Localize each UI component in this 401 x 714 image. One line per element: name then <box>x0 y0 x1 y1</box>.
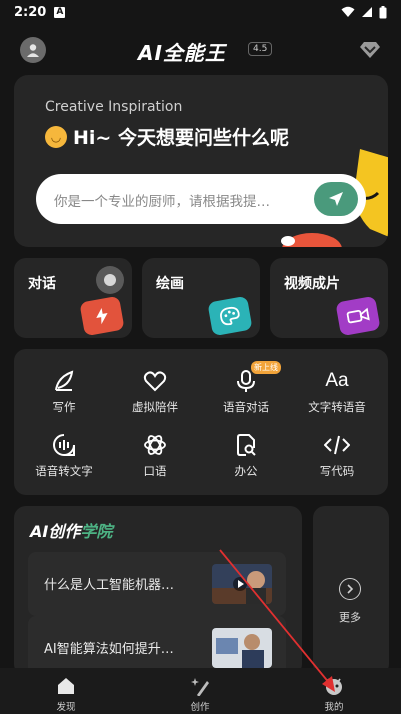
heart-icon <box>113 367 197 395</box>
tool-virtual-companion[interactable]: 虚拟陪伴 <box>113 367 197 419</box>
tool-voice-chat[interactable]: 新上线 语音对话 <box>204 361 288 419</box>
prompt-input[interactable]: 你是一个专业的厨师，请根据我提… <box>36 174 366 224</box>
feature-card-chat[interactable]: 对话 <box>14 258 132 338</box>
tool-label: 语音对话 <box>223 400 269 414</box>
doc-search-icon <box>204 431 288 459</box>
article-thumbnail <box>212 564 272 604</box>
more-button[interactable]: 更多 <box>313 506 389 676</box>
tool-writing[interactable]: 写作 <box>22 367 106 419</box>
battery-icon <box>379 5 387 18</box>
status-icons <box>341 5 387 19</box>
status-bar: 2:20 A <box>0 0 401 24</box>
tool-label: 口语 <box>143 464 167 478</box>
article-title: AI智能算法如何提升… <box>44 642 174 657</box>
tool-label: 文字转语音 <box>308 400 366 414</box>
feature-label: 绘画 <box>156 276 184 292</box>
academy-title-highlight: 学院 <box>80 522 113 541</box>
chevron-right-icon <box>339 578 361 600</box>
tool-office[interactable]: 办公 <box>204 431 288 483</box>
tool-label: 办公 <box>234 464 258 478</box>
tool-label: 语音转文字 <box>35 464 93 478</box>
academy-title-main: AI创作 <box>30 522 81 541</box>
feature-label: 视频成片 <box>284 276 340 292</box>
decorative-bird-illustration <box>281 233 342 247</box>
user-icon <box>27 44 39 57</box>
tools-grid: 写作 虚拟陪伴 新上线 语音对话 Aa 文字转语音 语音转文字 口语 办公 写代… <box>14 349 388 495</box>
bottom-nav: 发现 创作 我的 <box>0 668 401 714</box>
tool-code[interactable]: 写代码 <box>295 431 379 483</box>
nav-label: 我的 <box>324 702 344 713</box>
greeting-text: Hi~ 今天想要问些什么呢 <box>73 127 289 149</box>
new-badge: 新上线 <box>251 361 281 374</box>
notification-badge: A <box>54 6 66 18</box>
feature-card-video[interactable]: 视频成片 <box>270 258 388 338</box>
text-aa-icon: Aa <box>325 370 349 391</box>
tool-text-to-speech[interactable]: Aa 文字转语音 <box>295 367 379 419</box>
code-icon <box>295 431 379 459</box>
version-badge: 4.5 <box>248 42 273 56</box>
nav-tab-discover[interactable]: 发现 <box>36 676 96 713</box>
palette-icon <box>207 295 253 337</box>
article-item[interactable]: AI智能算法如何提升… <box>28 616 286 676</box>
tool-label: 虚拟陪伴 <box>132 400 178 414</box>
hero-card: Creative Inspiration ◡ Hi~ 今天想要问些什么呢 你是一… <box>14 75 388 247</box>
tool-speech-to-text[interactable]: 语音转文字 <box>22 431 106 483</box>
diamond-icon <box>360 42 380 58</box>
tool-label: 写代码 <box>319 464 355 478</box>
smile-emoji-icon: ◡ <box>45 125 67 148</box>
record-button[interactable] <box>96 266 124 294</box>
atom-icon <box>113 431 197 459</box>
lightning-icon <box>79 295 125 337</box>
profile-avatar-button[interactable] <box>20 37 46 63</box>
article-title: 什么是人工智能机器… <box>44 578 175 593</box>
academy-title: AI创作学院 <box>30 518 112 542</box>
tool-label: 写作 <box>52 400 76 414</box>
wifi-icon <box>341 6 355 17</box>
hero-greeting: ◡ Hi~ 今天想要问些什么呢 <box>45 123 289 150</box>
article-thumbnail <box>212 628 272 668</box>
prompt-placeholder: 你是一个专业的厨师，请根据我提… <box>54 194 270 210</box>
app-brand-logo: AI全能王 <box>138 41 226 65</box>
nav-tab-mine[interactable]: 我的 <box>304 676 364 713</box>
academy-card: AI创作学院 什么是人工智能机器… AI智能算法如何提升… <box>14 506 302 676</box>
more-label: 更多 <box>339 611 361 624</box>
article-item[interactable]: 什么是人工智能机器… <box>28 552 286 616</box>
feature-card-draw[interactable]: 绘画 <box>142 258 260 338</box>
nav-label: 创作 <box>190 702 210 713</box>
top-bar: AI全能王 4.5 <box>0 32 401 68</box>
nav-tab-create[interactable]: 创作 <box>170 676 230 713</box>
quill-icon <box>22 367 106 395</box>
robot-icon <box>304 676 364 696</box>
status-time: 2:20 <box>14 4 47 20</box>
vip-button[interactable] <box>357 37 383 63</box>
video-camera-icon <box>335 295 381 337</box>
home-icon <box>36 676 96 696</box>
signal-icon <box>362 7 372 17</box>
feature-label: 对话 <box>28 276 56 292</box>
tool-oral[interactable]: 口语 <box>113 431 197 483</box>
voice-wave-icon <box>22 431 106 459</box>
nav-label: 发现 <box>56 702 76 713</box>
send-plane-icon <box>329 192 343 206</box>
sparkle-icon <box>170 676 230 696</box>
send-button[interactable] <box>314 182 358 216</box>
hero-subtitle: Creative Inspiration <box>45 99 183 115</box>
